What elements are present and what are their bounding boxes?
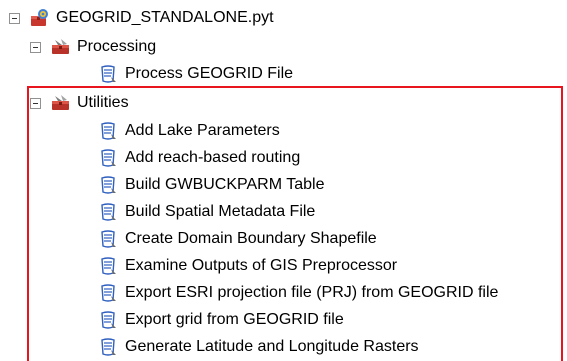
toolset-processing[interactable]: Processing [29, 35, 156, 59]
tool-label: Build GWBUCKPARM Table [125, 176, 325, 193]
tree-node-label: GEOGRID_STANDALONE.pyt [56, 9, 274, 26]
python-toolbox-icon [29, 7, 51, 29]
tool-generate-latitude-and-longitude-rasters[interactable]: Generate Latitude and Longitude Rasters [97, 335, 419, 359]
toolset-icon [50, 36, 72, 58]
toolset-utilities[interactable]: Utilities [29, 91, 129, 115]
toolset-label: Processing [77, 38, 157, 55]
tool-create-domain-boundary-shapefile[interactable]: Create Domain Boundary Shapefile [97, 227, 377, 251]
toolset-icon [50, 92, 72, 114]
tool-export-grid-from-geogrid-file[interactable]: Export grid from GEOGRID file [97, 308, 344, 332]
tool-label: Generate Latitude and Longitude Rasters [125, 338, 419, 355]
tool-label: Add Lake Parameters [125, 122, 280, 139]
script-tool-icon [97, 147, 119, 169]
script-tool-icon [97, 63, 119, 85]
tool-export-esri-projection-file[interactable]: Export ESRI projection file (PRJ) from G… [97, 281, 498, 305]
tool-label: Export ESRI projection file (PRJ) from G… [125, 284, 499, 301]
collapse-icon[interactable] [29, 97, 42, 110]
tree-node-root[interactable]: GEOGRID_STANDALONE.pyt [8, 6, 274, 30]
tool-add-lake-parameters[interactable]: Add Lake Parameters [97, 119, 280, 143]
tool-examine-outputs-of-gis-preprocessor[interactable]: Examine Outputs of GIS Preprocessor [97, 254, 397, 278]
script-tool-icon [97, 282, 119, 304]
script-tool-icon [97, 309, 119, 331]
tool-label: Export grid from GEOGRID file [125, 311, 344, 328]
tool-build-gwbuckparm-table[interactable]: Build GWBUCKPARM Table [97, 173, 324, 197]
tool-label: Create Domain Boundary Shapefile [125, 230, 377, 247]
tool-label: Examine Outputs of GIS Preprocessor [125, 257, 398, 274]
script-tool-icon [97, 255, 119, 277]
tool-label: Add reach-based routing [125, 149, 301, 166]
script-tool-icon [97, 228, 119, 250]
tool-label: Build Spatial Metadata File [125, 203, 316, 220]
script-tool-icon [97, 120, 119, 142]
script-tool-icon [97, 336, 119, 358]
tool-add-reach-based-routing[interactable]: Add reach-based routing [97, 146, 300, 170]
collapse-icon[interactable] [8, 12, 21, 25]
script-tool-icon [97, 174, 119, 196]
toolset-label: Utilities [77, 94, 129, 111]
script-tool-icon [97, 201, 119, 223]
tool-label: Process GEOGRID File [125, 65, 294, 82]
tool-build-spatial-metadata-file[interactable]: Build Spatial Metadata File [97, 200, 315, 224]
tool-process-geogrid-file[interactable]: Process GEOGRID File [97, 62, 293, 86]
collapse-icon[interactable] [29, 41, 42, 54]
